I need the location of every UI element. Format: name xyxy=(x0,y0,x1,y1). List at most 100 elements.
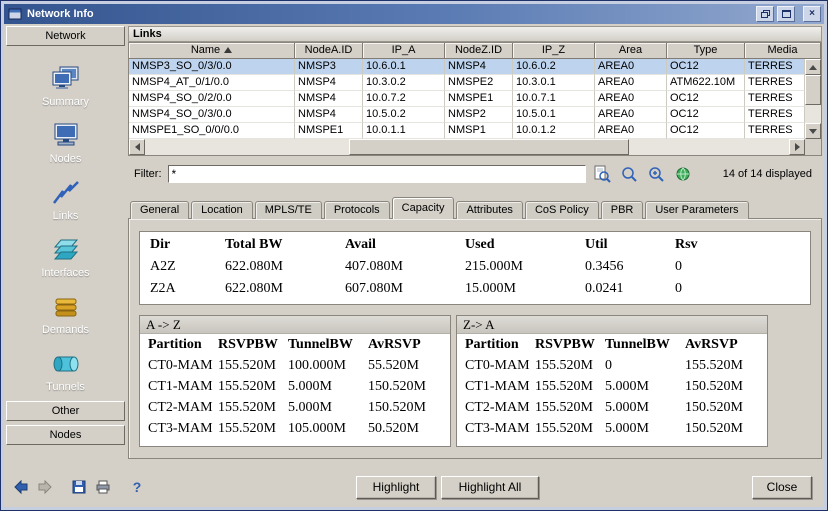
tab-general[interactable]: General xyxy=(130,201,189,219)
col-total-bw: Total BW xyxy=(225,234,345,256)
col-used: Used xyxy=(465,234,585,256)
sidebar-item-tunnels[interactable]: Tunnels xyxy=(4,345,127,402)
table-row[interactable]: NMSP4_SO_0/2/0.0 NMSP4 10.0.7.2 NMSPE1 1… xyxy=(129,91,805,107)
back-icon[interactable] xyxy=(12,478,30,496)
other-group-button[interactable]: Other xyxy=(6,401,125,421)
table-row-selected[interactable]: NMSP3_SO_0/3/0.0 NMSP3 10.6.0.1 NMSP4 10… xyxy=(129,59,805,75)
column-header-label: Name xyxy=(191,44,220,56)
cell-area: AREA0 xyxy=(595,59,667,75)
cell-ipz: 10.0.7.1 xyxy=(513,91,595,107)
forward-icon[interactable] xyxy=(36,478,54,496)
column-header-name[interactable]: Name xyxy=(129,43,295,59)
cell-name: NMSPE1_SO_0/0/0.0 xyxy=(129,123,295,139)
partition-header: Partition RSVPBW TunnelBW AvRSVP xyxy=(140,334,450,355)
scrollbar-corner xyxy=(805,139,821,155)
cell-media: TERRES xyxy=(745,107,805,123)
partition-row: CT2-MAM 155.520M 5.000M 150.520M xyxy=(140,397,450,418)
sidebar-item-summary[interactable]: Summary xyxy=(4,60,127,117)
vertical-scroll-thumb[interactable] xyxy=(805,75,821,105)
detach-window-icon[interactable] xyxy=(756,6,774,22)
cell-name: NMSP3_SO_0/3/0.0 xyxy=(129,59,295,75)
scroll-down-icon[interactable] xyxy=(805,123,821,139)
tab-protocols[interactable]: Protocols xyxy=(324,201,390,219)
tab-capacity[interactable]: Capacity xyxy=(392,197,455,219)
search-icon[interactable] xyxy=(618,164,640,184)
cell-nodez: NMSPE1 xyxy=(445,91,513,107)
nodes-group-button[interactable]: Nodes xyxy=(6,425,125,445)
footer-toolbar: ? xyxy=(12,478,146,496)
links-panel-title: Links xyxy=(128,26,822,42)
column-header-nodea-id[interactable]: NodeA.ID xyxy=(295,43,363,59)
cell-ipa: 10.0.7.2 xyxy=(363,91,445,107)
partition-row: CT1-MAM 155.520M 5.000M 150.520M xyxy=(457,376,767,397)
cell-nodea: NMSP4 xyxy=(295,91,363,107)
tab-bar: General Location MPLS/TE Protocols Capac… xyxy=(130,197,751,219)
nodes-icon xyxy=(4,117,127,151)
footer-bar: ? Highlight Highlight All Close xyxy=(4,473,824,503)
network-group-button[interactable]: Network xyxy=(6,26,125,46)
cell-nodea: NMSP4 xyxy=(295,107,363,123)
window-title: Network Info xyxy=(27,8,94,20)
tab-pbr[interactable]: PBR xyxy=(601,201,644,219)
highlight-button[interactable]: Highlight xyxy=(356,476,436,499)
window-inner: Network Info × Network Summary Nodes xyxy=(4,4,824,507)
tab-user-parameters[interactable]: User Parameters xyxy=(645,201,748,219)
a-to-z-title: A -> Z xyxy=(140,316,450,334)
table-row[interactable]: NMSPE1_SO_0/0/0.0 NMSPE1 10.0.1.1 NMSP1 … xyxy=(129,123,805,139)
links-icon xyxy=(4,174,127,208)
table-row[interactable]: NMSP4_AT_0/1/0.0 NMSP4 10.3.0.2 NMSPE2 1… xyxy=(129,75,805,91)
interfaces-icon xyxy=(4,231,127,265)
tab-mpls-te[interactable]: MPLS/TE xyxy=(255,201,322,219)
a-to-z-partition-table: A -> Z Partition RSVPBW TunnelBW AvRSVP … xyxy=(139,315,451,447)
cell-area: AREA0 xyxy=(595,91,667,107)
help-icon[interactable]: ? xyxy=(128,478,146,496)
close-window-icon[interactable]: × xyxy=(803,6,821,22)
scroll-up-icon[interactable] xyxy=(805,59,821,75)
sidebar-item-label: Links xyxy=(4,210,127,222)
sidebar-nav: Summary Nodes Links Interfaces xyxy=(4,60,127,402)
column-header-nodez-id[interactable]: NodeZ.ID xyxy=(445,43,513,59)
cell-ipa: 10.6.0.1 xyxy=(363,59,445,75)
save-icon[interactable] xyxy=(70,478,88,496)
cell-media: TERRES xyxy=(745,75,805,91)
cell-nodea: NMSPE1 xyxy=(295,123,363,139)
horizontal-scrollbar[interactable] xyxy=(129,139,805,155)
refresh-globe-icon[interactable] xyxy=(672,164,694,184)
advanced-search-icon[interactable] xyxy=(591,164,613,184)
horizontal-scroll-thumb[interactable] xyxy=(349,139,629,155)
links-table: Name NodeA.ID IP_A NodeZ.ID IP_Z Area Ty… xyxy=(128,42,822,156)
column-header-ip-a[interactable]: IP_A xyxy=(363,43,445,59)
cell-name: NMSP4_AT_0/1/0.0 xyxy=(129,75,295,91)
sidebar-item-links[interactable]: Links xyxy=(4,174,127,231)
links-table-rows: NMSP3_SO_0/3/0.0 NMSP3 10.6.0.1 NMSP4 10… xyxy=(129,59,805,139)
vertical-scrollbar[interactable] xyxy=(805,59,821,139)
close-button[interactable]: Close xyxy=(752,476,812,499)
tab-attributes[interactable]: Attributes xyxy=(456,201,522,219)
tab-location[interactable]: Location xyxy=(191,201,253,219)
cell-ipz: 10.6.0.2 xyxy=(513,59,595,75)
cell-nodez: NMSPE2 xyxy=(445,75,513,91)
filter-input[interactable] xyxy=(168,165,586,183)
print-icon[interactable] xyxy=(94,478,112,496)
sidebar-item-demands[interactable]: Demands xyxy=(4,288,127,345)
sidebar-item-nodes[interactable]: Nodes xyxy=(4,117,127,174)
column-header-type[interactable]: Type xyxy=(667,43,745,59)
highlight-all-button[interactable]: Highlight All xyxy=(441,476,539,499)
zoom-in-icon[interactable] xyxy=(645,164,667,184)
cell-nodez: NMSP1 xyxy=(445,123,513,139)
table-row[interactable]: NMSP4_SO_0/3/0.0 NMSP4 10.5.0.2 NMSP2 10… xyxy=(129,107,805,123)
column-header-ip-z[interactable]: IP_Z xyxy=(513,43,595,59)
sidebar-item-interfaces[interactable]: Interfaces xyxy=(4,231,127,288)
links-table-header: Name NodeA.ID IP_A NodeZ.ID IP_Z Area Ty… xyxy=(129,43,821,59)
capacity-summary-table: Dir Total BW Avail Used Util Rsv A2Z 622… xyxy=(139,231,811,305)
cell-media: TERRES xyxy=(745,91,805,107)
column-header-media[interactable]: Media xyxy=(745,43,821,59)
column-header-area[interactable]: Area xyxy=(595,43,667,59)
cell-type: ATM622.10M xyxy=(667,75,745,91)
tab-cos-policy[interactable]: CoS Policy xyxy=(525,201,599,219)
scroll-left-icon[interactable] xyxy=(129,139,145,155)
title-bar[interactable]: Network Info × xyxy=(4,4,824,24)
maximize-window-icon[interactable] xyxy=(777,6,795,22)
app-window-icon xyxy=(8,7,22,21)
scroll-right-icon[interactable] xyxy=(789,139,805,155)
